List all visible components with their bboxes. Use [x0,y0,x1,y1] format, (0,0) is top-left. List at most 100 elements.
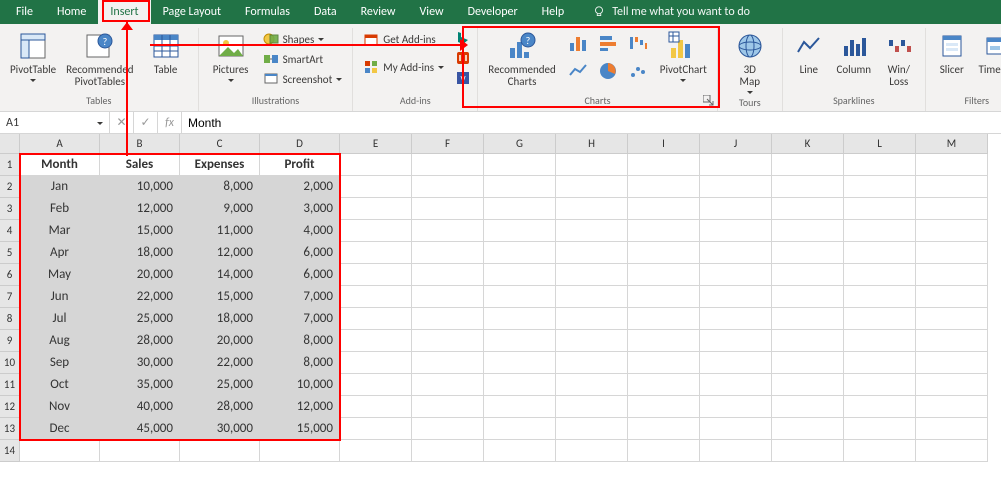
cell[interactable] [412,220,484,242]
my-addins-button[interactable]: My Add-ins [359,58,449,76]
column-header-F[interactable]: F [412,134,484,154]
cell[interactable] [340,264,412,286]
cell[interactable]: Oct [20,374,100,396]
cell[interactable]: 25,000 [180,374,260,396]
cell[interactable] [916,330,988,352]
cell[interactable] [556,176,628,198]
row-header-6[interactable]: 6 [0,264,20,286]
cell[interactable]: 12,000 [100,198,180,220]
fx-button[interactable]: fx [158,112,182,133]
cell[interactable] [772,198,844,220]
cell[interactable]: 8,000 [260,330,340,352]
pivotchart-button[interactable]: PivotChart [656,28,711,84]
cell[interactable] [556,264,628,286]
cell[interactable] [700,286,772,308]
cell[interactable] [844,374,916,396]
cell[interactable] [628,176,700,198]
visio-icon[interactable]: V [455,70,471,86]
cell[interactable]: Jan [20,176,100,198]
column-header-H[interactable]: H [556,134,628,154]
waterfall-chart-button[interactable] [624,30,652,56]
cell[interactable] [412,396,484,418]
slicer-button[interactable]: Slicer [932,28,972,78]
cell[interactable]: 28,000 [180,396,260,418]
column-header-D[interactable]: D [260,134,340,154]
row-header-9[interactable]: 9 [0,330,20,352]
cell[interactable] [484,374,556,396]
cell[interactable]: 3,000 [260,198,340,220]
cell[interactable] [556,352,628,374]
cell[interactable] [340,418,412,440]
cell[interactable]: Mar [20,220,100,242]
cell[interactable]: 7,000 [260,308,340,330]
row-header-10[interactable]: 10 [0,352,20,374]
menu-home[interactable]: Home [45,0,98,24]
cell[interactable]: 14,000 [180,264,260,286]
cell[interactable] [772,242,844,264]
cell[interactable] [916,198,988,220]
cell[interactable]: 45,000 [100,418,180,440]
cell[interactable] [340,440,412,462]
cell[interactable] [628,198,700,220]
menu-review[interactable]: Review [349,0,408,24]
column-header-C[interactable]: C [180,134,260,154]
cell[interactable] [700,396,772,418]
cell[interactable] [412,352,484,374]
cell[interactable] [844,154,916,176]
cell[interactable] [340,374,412,396]
cell[interactable]: 15,000 [100,220,180,242]
cell[interactable] [484,330,556,352]
column-header-M[interactable]: M [916,134,988,154]
menu-developer[interactable]: Developer [456,0,530,24]
cell[interactable]: 30,000 [180,418,260,440]
cell[interactable]: 6,000 [260,264,340,286]
timeline-button[interactable]: Timeline [974,28,1001,78]
select-all-corner[interactable] [0,134,20,154]
cell[interactable] [700,264,772,286]
cell[interactable]: 11,000 [180,220,260,242]
cell[interactable]: Jul [20,308,100,330]
cell[interactable] [340,242,412,264]
cell[interactable]: May [20,264,100,286]
cell[interactable] [628,264,700,286]
cell[interactable] [844,286,916,308]
column-header-A[interactable]: A [20,134,100,154]
sparkline-column-button[interactable]: Column [831,28,877,78]
cell[interactable] [484,242,556,264]
cell[interactable] [700,440,772,462]
cell[interactable] [844,308,916,330]
cell[interactable] [100,440,180,462]
cell[interactable] [412,418,484,440]
cell[interactable] [340,154,412,176]
row-header-1[interactable]: 1 [0,154,20,176]
cell[interactable] [412,242,484,264]
cell[interactable] [340,396,412,418]
column-header-I[interactable]: I [628,134,700,154]
cell[interactable] [556,198,628,220]
cell[interactable] [412,374,484,396]
cell[interactable] [844,330,916,352]
cell[interactable] [412,308,484,330]
cell[interactable]: Nov [20,396,100,418]
cell[interactable] [340,352,412,374]
cell[interactable] [484,154,556,176]
pivottable-button[interactable]: PivotTable [6,28,60,84]
cell[interactable] [700,242,772,264]
cell[interactable] [772,176,844,198]
shapes-button[interactable]: Shapes [259,30,347,48]
cell[interactable] [484,198,556,220]
column-header-G[interactable]: G [484,134,556,154]
cell[interactable] [628,220,700,242]
cell[interactable]: 18,000 [180,308,260,330]
cell[interactable]: 2,000 [260,176,340,198]
menu-insert[interactable]: Insert [98,0,150,24]
cell[interactable] [180,440,260,462]
cell[interactable] [484,440,556,462]
cell[interactable] [844,396,916,418]
cell[interactable] [916,396,988,418]
cell[interactable] [556,220,628,242]
cell[interactable] [412,198,484,220]
cell[interactable] [556,440,628,462]
cell[interactable] [412,440,484,462]
cell[interactable] [844,418,916,440]
